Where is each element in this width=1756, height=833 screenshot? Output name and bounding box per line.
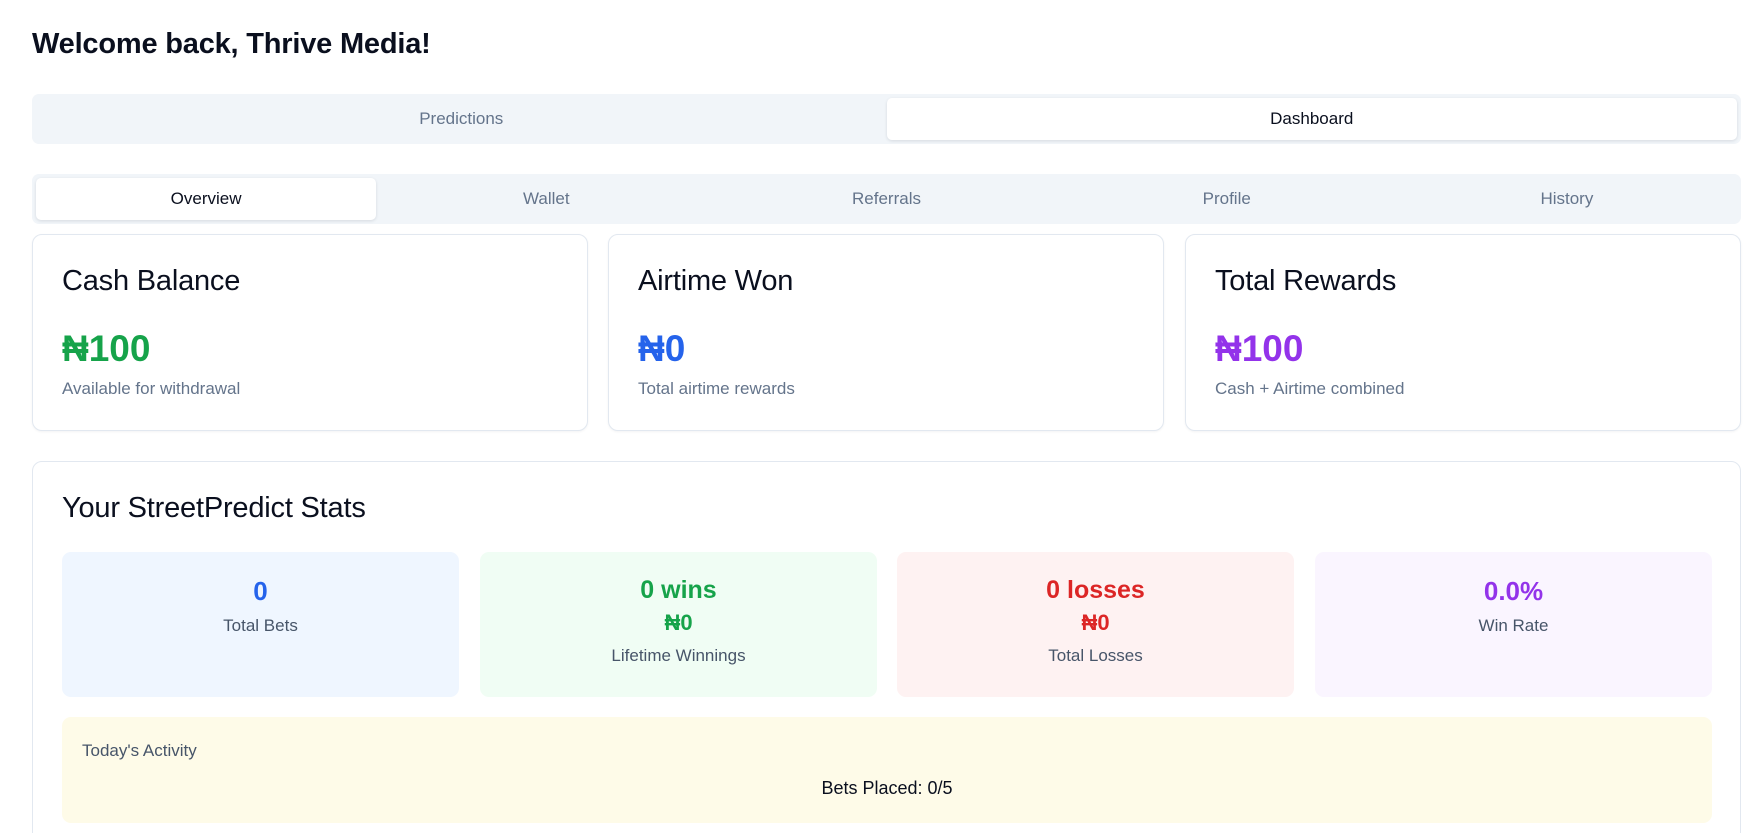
tab-dashboard[interactable]: Dashboard	[886, 98, 1737, 140]
stats-title: Your StreetPredict Stats	[62, 492, 366, 524]
cash-balance-card: Cash Balance ₦100 Available for withdraw…	[32, 234, 588, 431]
tab-profile[interactable]: Profile	[1057, 178, 1397, 220]
lifetime-winnings-amount: ₦0	[664, 610, 693, 635]
card-subtitle: Available for withdrawal	[62, 379, 241, 398]
tab-referrals[interactable]: Referrals	[716, 178, 1056, 220]
bets-placed-label: Bets Placed:	[821, 778, 923, 798]
card-title: Cash Balance	[62, 265, 241, 297]
todays-activity: Today's Activity Bets Placed: 0/5	[62, 717, 1712, 823]
total-bets-value: 0	[253, 576, 268, 606]
wins-stat: 0 wins ₦0 Lifetime Winnings	[480, 552, 877, 697]
win-rate-label: Win Rate	[1478, 616, 1549, 635]
bets-placed-value: 0/5	[927, 778, 953, 798]
wins-count: 0 wins	[640, 576, 717, 604]
total-bets-stat: 0 Total Bets	[62, 552, 459, 697]
dashboard-sub-tab-bar: Overview Wallet Referrals Profile Histor…	[32, 174, 1741, 224]
losses-stat: 0 losses ₦0 Total Losses	[897, 552, 1294, 697]
win-rate-value: 0.0%	[1483, 576, 1544, 606]
losses-count: 0 losses	[1046, 576, 1145, 604]
page-title: Welcome back, Thrive Media!	[32, 28, 431, 60]
total-bets-label: Total Bets	[223, 616, 298, 635]
airtime-won-card: Airtime Won ₦0 Total airtime rewards	[608, 234, 1164, 431]
activity-title: Today's Activity	[82, 741, 197, 760]
total-rewards-card: Total Rewards ₦100 Cash + Airtime combin…	[1185, 234, 1741, 431]
stats-panel: Your StreetPredict Stats 0 Total Bets 0 …	[32, 461, 1741, 833]
total-rewards-value: ₦100	[1215, 328, 1304, 369]
main-tab-bar: Predictions Dashboard	[32, 94, 1741, 144]
lifetime-winnings-label: Lifetime Winnings	[611, 646, 746, 665]
total-losses-amount: ₦0	[1081, 610, 1110, 635]
win-rate-stat: 0.0% Win Rate	[1315, 552, 1712, 697]
tab-overview[interactable]: Overview	[36, 178, 377, 220]
total-losses-label: Total Losses	[1048, 646, 1143, 665]
card-title: Airtime Won	[638, 265, 794, 297]
card-subtitle: Cash + Airtime combined	[1215, 379, 1405, 398]
card-title: Total Rewards	[1215, 265, 1397, 297]
tab-history[interactable]: History	[1397, 178, 1737, 220]
bets-placed-line: Bets Placed: 0/5	[62, 778, 1712, 799]
tab-wallet[interactable]: Wallet	[376, 178, 716, 220]
card-subtitle: Total airtime rewards	[638, 379, 795, 398]
tab-predictions[interactable]: Predictions	[36, 98, 887, 140]
airtime-won-value: ₦0	[638, 328, 686, 369]
cash-balance-value: ₦100	[62, 328, 151, 369]
